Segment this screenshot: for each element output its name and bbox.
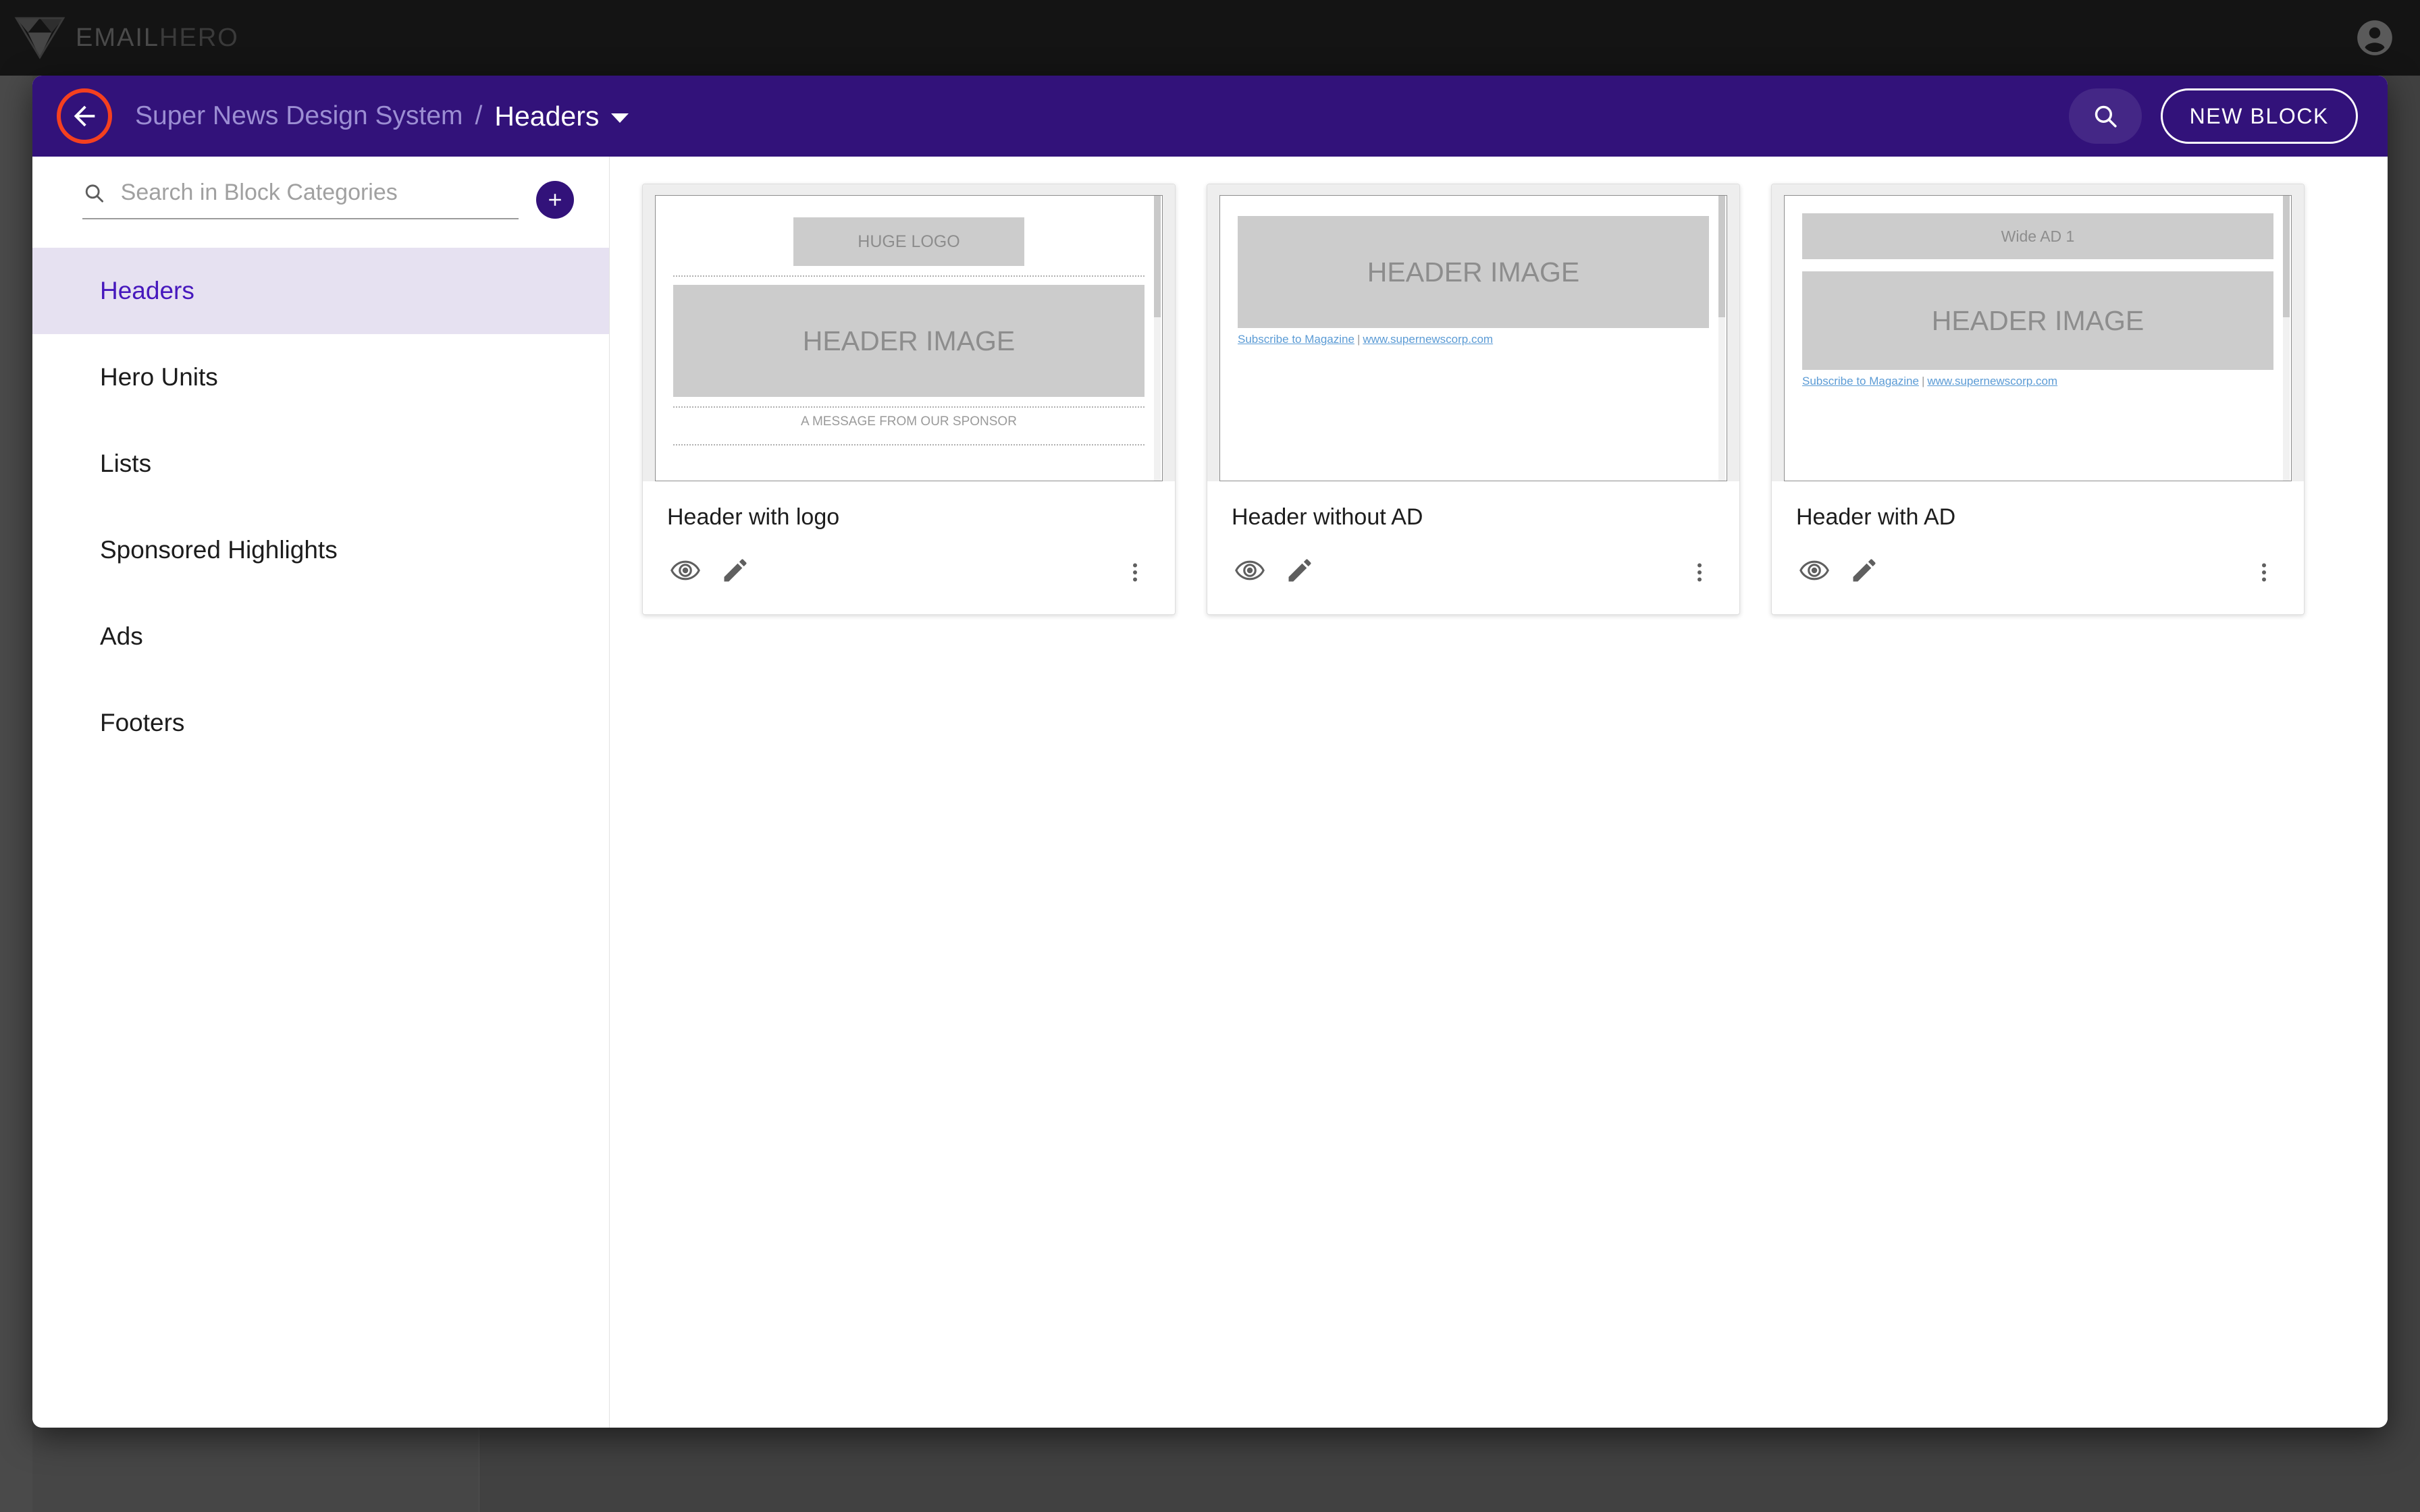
block-preview: HEADER IMAGE Subscribe to Magazine | www.s… xyxy=(1207,184,1739,481)
block-title: Header without AD xyxy=(1232,504,1423,530)
background-left-rail xyxy=(0,76,32,1512)
account-circle-icon[interactable] xyxy=(2354,17,2396,59)
edit-block-button[interactable] xyxy=(1280,551,1319,590)
edit-block-button[interactable] xyxy=(1845,551,1884,590)
more-vertical-icon xyxy=(1133,563,1137,582)
search-icon xyxy=(2095,105,2117,128)
preview-scrollbar-thumb[interactable] xyxy=(2283,196,2290,317)
search-icon xyxy=(85,184,104,202)
more-vertical-icon xyxy=(1698,563,1702,582)
subscribe-link[interactable]: Subscribe to Magazine xyxy=(1802,375,1919,387)
edit-block-button[interactable] xyxy=(716,551,755,590)
brand-secondary: HERO xyxy=(159,23,239,52)
block-meta: Header without AD xyxy=(1207,481,1739,531)
block-card[interactable]: HEADER IMAGE Subscribe to Magazine | www.s… xyxy=(1207,184,1740,615)
block-card[interactable]: Wide AD 1 HEADER IMAGE Subscribe to Maga… xyxy=(1771,184,2305,615)
sidebar-item-sponsored-highlights[interactable]: Sponsored Highlights xyxy=(32,507,609,593)
sidebar-item-lists[interactable]: Lists xyxy=(32,421,609,507)
eye-icon xyxy=(1799,560,1829,580)
emailhero-logo-icon xyxy=(14,16,66,60)
preview-divider xyxy=(673,275,1145,277)
subscribe-link[interactable]: Subscribe to Magazine xyxy=(1238,333,1354,346)
block-title: Header with logo xyxy=(667,504,840,530)
toolbar-search-button[interactable] xyxy=(2068,88,2142,144)
block-actions xyxy=(643,531,1175,614)
breadcrumb-parent-link[interactable]: Super News Design System xyxy=(135,101,463,131)
pencil-icon xyxy=(724,559,747,582)
app-topbar: EMAILHERO xyxy=(0,0,2420,76)
preview-scrollbar-thumb[interactable] xyxy=(1154,196,1161,317)
block-preview: HUGE LOGO HEADER IMAGE A MESSAGE FROM OU… xyxy=(643,184,1175,481)
modal-toolbar: Super News Design System / Headers NEW B… xyxy=(32,76,2388,157)
modal-body: Headers Hero Units Lists Sponsored Highl… xyxy=(32,157,2388,1428)
site-url-link[interactable]: www.supernewscorp.com xyxy=(1363,333,1493,346)
category-list: Headers Hero Units Lists Sponsored Highl… xyxy=(32,248,609,766)
header-image-placeholder: HEADER IMAGE xyxy=(1802,271,2273,370)
blocks-grid: HUGE LOGO HEADER IMAGE A MESSAGE FROM OU… xyxy=(642,184,2388,615)
blocks-panel: HUGE LOGO HEADER IMAGE A MESSAGE FROM OU… xyxy=(610,157,2388,1428)
link-separator: | xyxy=(1357,333,1361,346)
block-preview-frame: HUGE LOGO HEADER IMAGE A MESSAGE FROM OU… xyxy=(655,195,1163,481)
block-more-menu-button[interactable] xyxy=(1680,553,1719,592)
preview-block-button[interactable] xyxy=(1795,551,1834,590)
site-url-link[interactable]: www.supernewscorp.com xyxy=(1927,375,2057,387)
link-separator: | xyxy=(1921,375,1925,387)
block-meta: Header with logo xyxy=(643,481,1175,531)
preview-scrollbar-thumb[interactable] xyxy=(1718,196,1725,317)
breadcrumb-separator: / xyxy=(475,101,483,130)
ad-placeholder: Wide AD 1 xyxy=(1802,213,2273,259)
logo-placeholder: HUGE LOGO xyxy=(793,217,1024,266)
block-actions xyxy=(1207,531,1739,614)
block-library-modal: Super News Design System / Headers NEW B… xyxy=(32,76,2388,1428)
block-preview-frame: Wide AD 1 HEADER IMAGE Subscribe to Maga… xyxy=(1784,195,2292,481)
arrow-left-icon xyxy=(74,105,95,127)
sidebar-item-hero-units[interactable]: Hero Units xyxy=(32,334,609,421)
subscribe-links: Subscribe to Magazine | www.supernewscorp.… xyxy=(1238,328,1709,346)
category-search-row xyxy=(82,180,574,219)
pencil-icon xyxy=(1288,559,1311,582)
block-more-menu-button[interactable] xyxy=(2244,553,2284,592)
brand-wordmark: EMAILHERO xyxy=(76,24,239,53)
pencil-icon xyxy=(1853,559,1876,582)
preview-block-button[interactable] xyxy=(1230,551,1269,590)
preview-block-button[interactable] xyxy=(666,551,705,590)
category-sidebar: Headers Hero Units Lists Sponsored Highl… xyxy=(32,157,610,1428)
more-vertical-icon xyxy=(2262,563,2266,582)
eye-icon xyxy=(670,560,700,580)
back-button[interactable] xyxy=(57,88,112,144)
sidebar-item-headers[interactable]: Headers xyxy=(32,248,609,334)
block-preview-frame: HEADER IMAGE Subscribe to Magazine | www.s… xyxy=(1219,195,1727,481)
breadcrumb-current-item[interactable]: Headers xyxy=(494,101,599,132)
brand-primary: EMAIL xyxy=(76,23,160,52)
header-image-placeholder: HEADER IMAGE xyxy=(673,285,1145,397)
block-meta: Header with AD xyxy=(1772,481,2304,531)
block-actions xyxy=(1772,531,2304,614)
block-title: Header with AD xyxy=(1796,504,1956,530)
breadcrumb: Super News Design System / Headers xyxy=(135,101,2069,132)
header-image-placeholder: HEADER IMAGE xyxy=(1238,216,1709,328)
block-preview: Wide AD 1 HEADER IMAGE Subscribe to Maga… xyxy=(1772,184,2304,481)
category-search-input[interactable] xyxy=(120,180,519,206)
sidebar-item-ads[interactable]: Ads xyxy=(32,593,609,680)
block-card[interactable]: HUGE LOGO HEADER IMAGE A MESSAGE FROM OU… xyxy=(642,184,1176,615)
sidebar-item-footers[interactable]: Footers xyxy=(32,680,609,766)
subscribe-links: Subscribe to Magazine | www.supernewscorp.… xyxy=(1802,370,2273,388)
new-block-button[interactable]: NEW BLOCK xyxy=(2160,88,2358,144)
plus-icon xyxy=(549,193,561,206)
chevron-down-icon[interactable] xyxy=(611,113,629,123)
add-category-button[interactable] xyxy=(536,180,574,219)
block-more-menu-button[interactable] xyxy=(1115,553,1155,592)
preview-divider xyxy=(673,444,1145,446)
sponsor-message: A MESSAGE FROM OUR SPONSOR xyxy=(801,414,1017,429)
toolbar-actions: NEW BLOCK xyxy=(2068,88,2358,144)
eye-icon xyxy=(1235,560,1265,580)
category-search-field[interactable] xyxy=(82,180,519,219)
